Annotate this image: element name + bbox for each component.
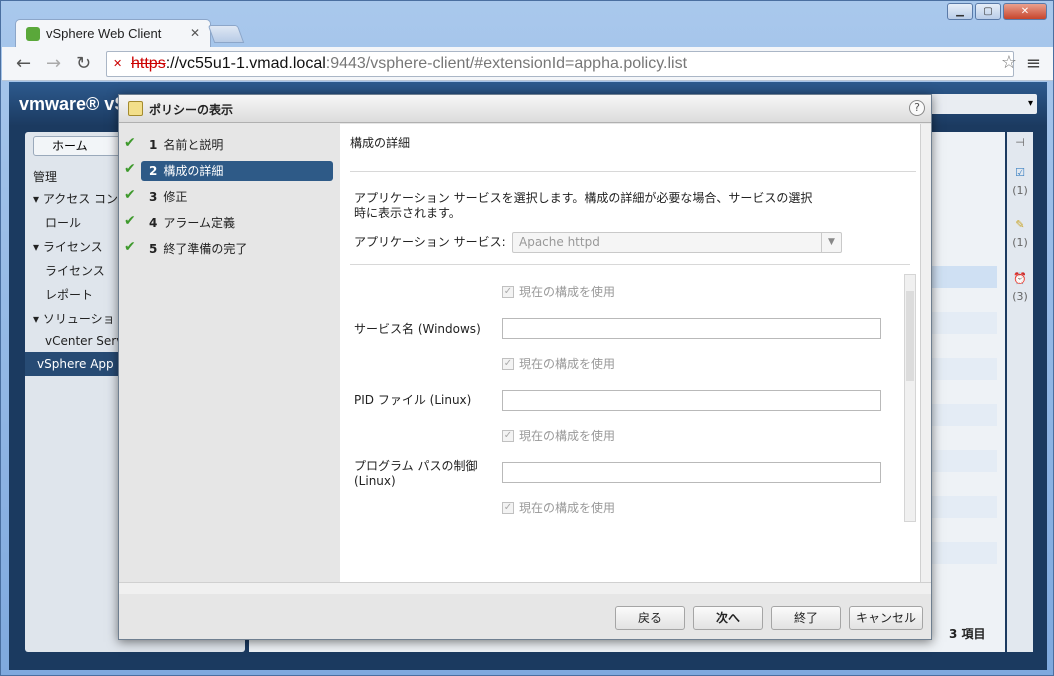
vsphere-favicon-icon [26, 26, 40, 41]
wip-count: (1) [1012, 236, 1028, 249]
step-4[interactable]: 4 アラーム定義 [141, 213, 333, 233]
new-tab-button[interactable] [207, 25, 245, 43]
minimize-icon[interactable]: ▁ [947, 3, 973, 20]
description: アプリケーション サービスを選択します。構成の詳細が必要な場合、サービスの選択時… [354, 191, 813, 220]
checkbox-icon[interactable]: ✓ [502, 429, 514, 442]
dialog-footer: 戻る 次へ 終了 キャンセル [119, 595, 931, 639]
horizontal-scrollbar[interactable] [119, 582, 931, 594]
header-dropdown[interactable]: ▾ [917, 94, 1037, 114]
inner-scrollbar[interactable] [904, 274, 916, 522]
pane-scrollbar[interactable] [920, 124, 931, 582]
tasks-icon[interactable]: ☑ [1010, 166, 1030, 179]
back-button[interactable]: 戻る [615, 606, 685, 630]
tab-title: vSphere Web Client [46, 26, 162, 41]
step-number: 3 [149, 190, 158, 204]
maximize-icon[interactable]: ▢ [975, 3, 1001, 20]
chevron-down-icon[interactable]: ▼ [821, 233, 841, 252]
service-name-input[interactable] [502, 318, 881, 339]
check-icon: ✔ [124, 135, 136, 151]
close-icon[interactable]: ✕ [1003, 3, 1047, 20]
step-label: 終了準備の完了 [163, 242, 248, 256]
use-current-checkbox[interactable]: ✓ 現在の構成を使用 [502, 355, 615, 372]
check-icon: ✔ [124, 187, 136, 203]
step-1[interactable]: 1 名前と説明 [141, 135, 333, 155]
tasks-count: (1) [1012, 184, 1028, 197]
dialog-header: ポリシーの表示 ? [119, 95, 931, 123]
check-icon: ✔ [124, 239, 136, 255]
step-3[interactable]: 3 修正 [141, 187, 333, 207]
home-label: ホーム [52, 139, 88, 153]
vmware-logo: vmware® vS [19, 94, 127, 114]
divider [350, 264, 910, 265]
browser-toolbar: ← → ↻ ✕ https://vc55u1-1.vmad.local:9443… [2, 47, 1053, 81]
pid-file-input[interactable] [502, 390, 881, 411]
use-current-checkbox[interactable]: ✓ 現在の構成を使用 [502, 499, 615, 516]
step-5[interactable]: 5 終了準備の完了 [141, 239, 333, 259]
alarms-icon[interactable]: ⏰ [1010, 272, 1030, 285]
step-label: 構成の詳細 [163, 164, 224, 178]
address-bar[interactable]: ✕ https://vc55u1-1.vmad.local:9443/vsphe… [106, 51, 1014, 77]
config-pane: 構成の詳細 アプリケーション サービスを選択します。構成の詳細が必要な場合、サー… [340, 124, 920, 582]
use-current-checkbox[interactable]: ✓ 現在の構成を使用 [502, 427, 615, 444]
dialog-title: ポリシーの表示 [149, 103, 234, 117]
app-service-select[interactable]: Apache httpd ▼ [512, 232, 842, 253]
pid-file-label: PID ファイル (Linux) [354, 393, 472, 407]
back-arrow-icon[interactable]: ← [16, 53, 31, 74]
section-title: 構成の詳細 [350, 136, 411, 150]
window-controls: ▁ ▢ ✕ [947, 3, 1047, 20]
work-in-progress-icon[interactable]: ✎ [1010, 218, 1030, 231]
finish-button[interactable]: 終了 [771, 606, 841, 630]
step-label: アラーム定義 [163, 216, 235, 230]
step-label: 名前と説明 [163, 138, 224, 152]
bookmark-star-icon[interactable]: ☆ [1001, 52, 1017, 73]
divider [350, 171, 916, 172]
step-number: 4 [149, 216, 158, 230]
program-path-input[interactable] [502, 462, 881, 483]
help-icon[interactable]: ? [909, 100, 925, 116]
alarms-count: (3) [1012, 290, 1028, 303]
reload-icon[interactable]: ↻ [76, 53, 91, 74]
app-service-label: アプリケーション サービス: [354, 235, 506, 249]
step-number: 5 [149, 242, 158, 256]
checkbox-icon[interactable]: ✓ [502, 285, 514, 298]
program-path-label: プログラム パスの制御 (Linux) [354, 459, 478, 488]
url-scheme: https [131, 55, 166, 72]
step-2[interactable]: 2 構成の詳細 [141, 161, 333, 181]
scrollbar-thumb[interactable] [906, 291, 914, 381]
browser-tab[interactable]: vSphere Web Client ✕ [15, 19, 211, 47]
cancel-button[interactable]: キャンセル [849, 606, 923, 630]
insecure-lock-icon: ✕ [113, 58, 123, 70]
checkbox-label: 現在の構成を使用 [519, 357, 616, 371]
step-label: 修正 [163, 190, 188, 204]
policy-icon [128, 101, 143, 116]
forward-arrow-icon[interactable]: → [46, 53, 61, 74]
app-service-value: Apache httpd [519, 235, 600, 249]
checkbox-label: 現在の構成を使用 [519, 429, 616, 443]
tab-close-icon[interactable]: ✕ [190, 26, 200, 40]
use-current-checkbox[interactable]: ✓ 現在の構成を使用 [502, 283, 615, 300]
wizard-steps: ✔ 1 名前と説明 ✔ 2 構成の詳細 ✔ 3 修正 ✔ 4 アラーム定義 ✔ 5 終了準… [119, 124, 339, 586]
checkbox-label: 現在の構成を使用 [519, 501, 616, 515]
url-host: ://vc55u1-1.vmad.local [165, 55, 326, 72]
step-number: 2 [149, 164, 158, 178]
browser-menu-icon[interactable]: ≡ [1026, 53, 1041, 74]
url-path: :9443/vsphere-client/#extensionId=appha.… [325, 55, 688, 72]
policy-dialog: ポリシーの表示 ? ✔ 1 名前と説明 ✔ 2 構成の詳細 ✔ 3 修正 ✔ 4 アラー… [118, 94, 932, 640]
next-button[interactable]: 次へ [693, 606, 763, 630]
home-button[interactable]: ホーム [33, 136, 129, 156]
check-icon: ✔ [124, 213, 136, 229]
pin-icon[interactable]: ⊣ [1010, 136, 1030, 149]
check-icon: ✔ [124, 161, 136, 177]
service-name-label: サービス名 (Windows) [354, 322, 481, 336]
side-tools-panel: ⊣ ☑ (1) ✎ (1) ⏰ (3) [1007, 132, 1033, 652]
checkbox-icon[interactable]: ✓ [502, 501, 514, 514]
checkbox-icon[interactable]: ✓ [502, 357, 514, 370]
items-count: 3 項目 [949, 627, 986, 641]
checkbox-label: 現在の構成を使用 [519, 285, 616, 299]
step-number: 1 [149, 138, 158, 152]
